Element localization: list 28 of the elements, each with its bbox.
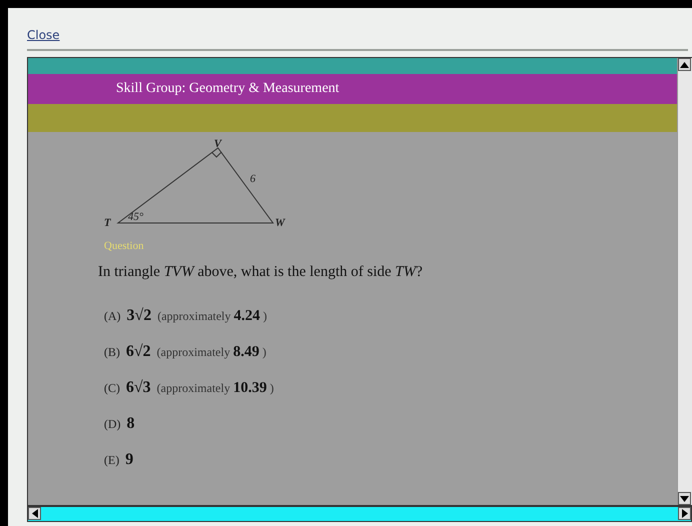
scroll-up-icon[interactable]	[678, 58, 691, 71]
scroll-down-icon[interactable]	[678, 492, 691, 505]
option-letter: (D)	[104, 417, 121, 432]
option-value: 6√2	[126, 343, 151, 361]
vertex-label: V	[214, 138, 222, 150]
option-approximation: (approximately 10.39 )	[156, 380, 274, 397]
vertical-scrollbar[interactable]	[677, 58, 692, 505]
question-label: Question	[104, 240, 145, 252]
option-letter: (A)	[104, 309, 121, 324]
question-text: In triangle TVW above, what is the length of side TW?	[98, 264, 424, 281]
option-value: 6√3	[126, 379, 151, 397]
option-letter: (B)	[104, 345, 120, 360]
option-approximation: (approximately 4.24 )	[157, 308, 268, 325]
option-letter: (C)	[104, 381, 120, 396]
option-letter: (E)	[104, 453, 120, 468]
scroll-left-icon[interactable]	[28, 507, 41, 520]
vertex-label: T	[104, 217, 111, 229]
horizontal-scrollbar[interactable]	[27, 506, 692, 522]
side-label: 6	[250, 173, 256, 185]
angle-label: 45°	[128, 211, 144, 223]
scroll-right-icon[interactable]	[678, 507, 691, 520]
vertex-label: W	[275, 217, 285, 229]
section-title: Skill Group: Geometry & Measurement	[116, 81, 340, 97]
option-value: 8	[126, 415, 135, 433]
close-link[interactable]: Close	[27, 28, 60, 42]
option-value: 3√2	[126, 307, 152, 325]
option-value: 9	[125, 451, 134, 469]
option-approximation: (approximately 8.49 )	[156, 344, 266, 361]
